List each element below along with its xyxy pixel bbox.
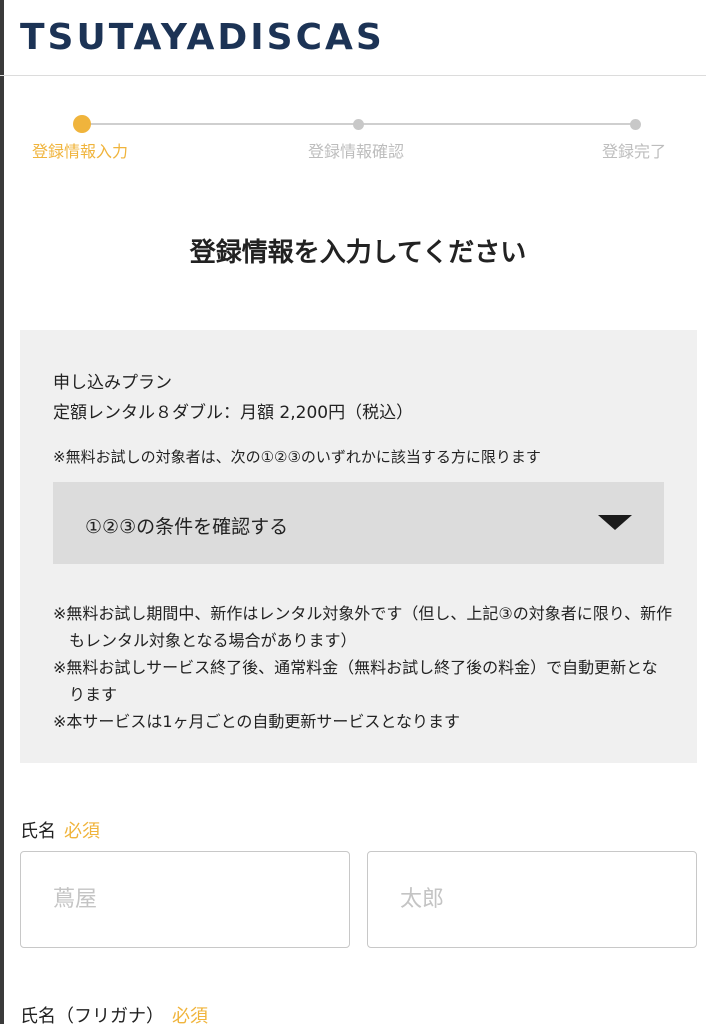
step-label-confirm: 登録情報確認 [308, 142, 405, 161]
plan-name: 定額レンタル８ダブル：月額 2,200円（税込） [53, 403, 414, 423]
step-dot-complete [630, 119, 641, 130]
conditions-accordion[interactable]: ①②③の条件を確認する [53, 482, 664, 564]
triangle-down-icon [598, 515, 632, 530]
step-label-complete: 登録完了 [602, 142, 667, 161]
registration-stepper: 登録情報入力 登録情報確認 登録完了 [0, 110, 706, 170]
eligibility-note: ※無料お試しの対象者は、次の①②③のいずれかに該当する方に限ります [53, 448, 541, 466]
required-badge: 必須 [64, 821, 100, 842]
accordion-label: ①②③の条件を確認する [85, 516, 289, 538]
plan-note-monthly: ※本サービスは1ヶ月ごとの自動更新サービスとなります [53, 712, 460, 731]
required-badge: 必須 [172, 1006, 208, 1024]
plan-label: 申し込みプラン [53, 373, 172, 393]
tsutaya-discas-logo[interactable]: TSUTAYADISCAS [20, 14, 385, 62]
step-dot-input [73, 115, 91, 133]
plan-info-box: 申し込みプラン 定額レンタル８ダブル：月額 2,200円（税込） ※無料お試しの… [20, 330, 697, 763]
kana-field-label: 氏名（フリガナ） 必須 [20, 1002, 208, 1024]
plan-note-auto-renew: ※無料お試しサービス終了後、通常料金（無料お試し終了後の料金）で自動更新となりま… [53, 658, 658, 704]
plan-notes: ※無料お試し期間中、新作はレンタル対象外です（但し、上記③の対象者に限り、新作も… [53, 600, 673, 735]
name-field-label: 氏名 必須 [20, 817, 100, 843]
last-name-input[interactable] [20, 851, 350, 948]
page-title: 登録情報を入力してください [189, 238, 527, 268]
step-dot-confirm [353, 119, 364, 130]
plan-note-new-release: ※無料お試し期間中、新作はレンタル対象外です（但し、上記③の対象者に限り、新作も… [53, 604, 673, 650]
name-label-text: 氏名 [20, 821, 56, 842]
header: TSUTAYADISCAS [0, 0, 706, 76]
first-name-input[interactable] [367, 851, 697, 948]
kana-label-text: 氏名（フリガナ） [20, 1006, 164, 1024]
step-label-input: 登録情報入力 [32, 142, 129, 161]
